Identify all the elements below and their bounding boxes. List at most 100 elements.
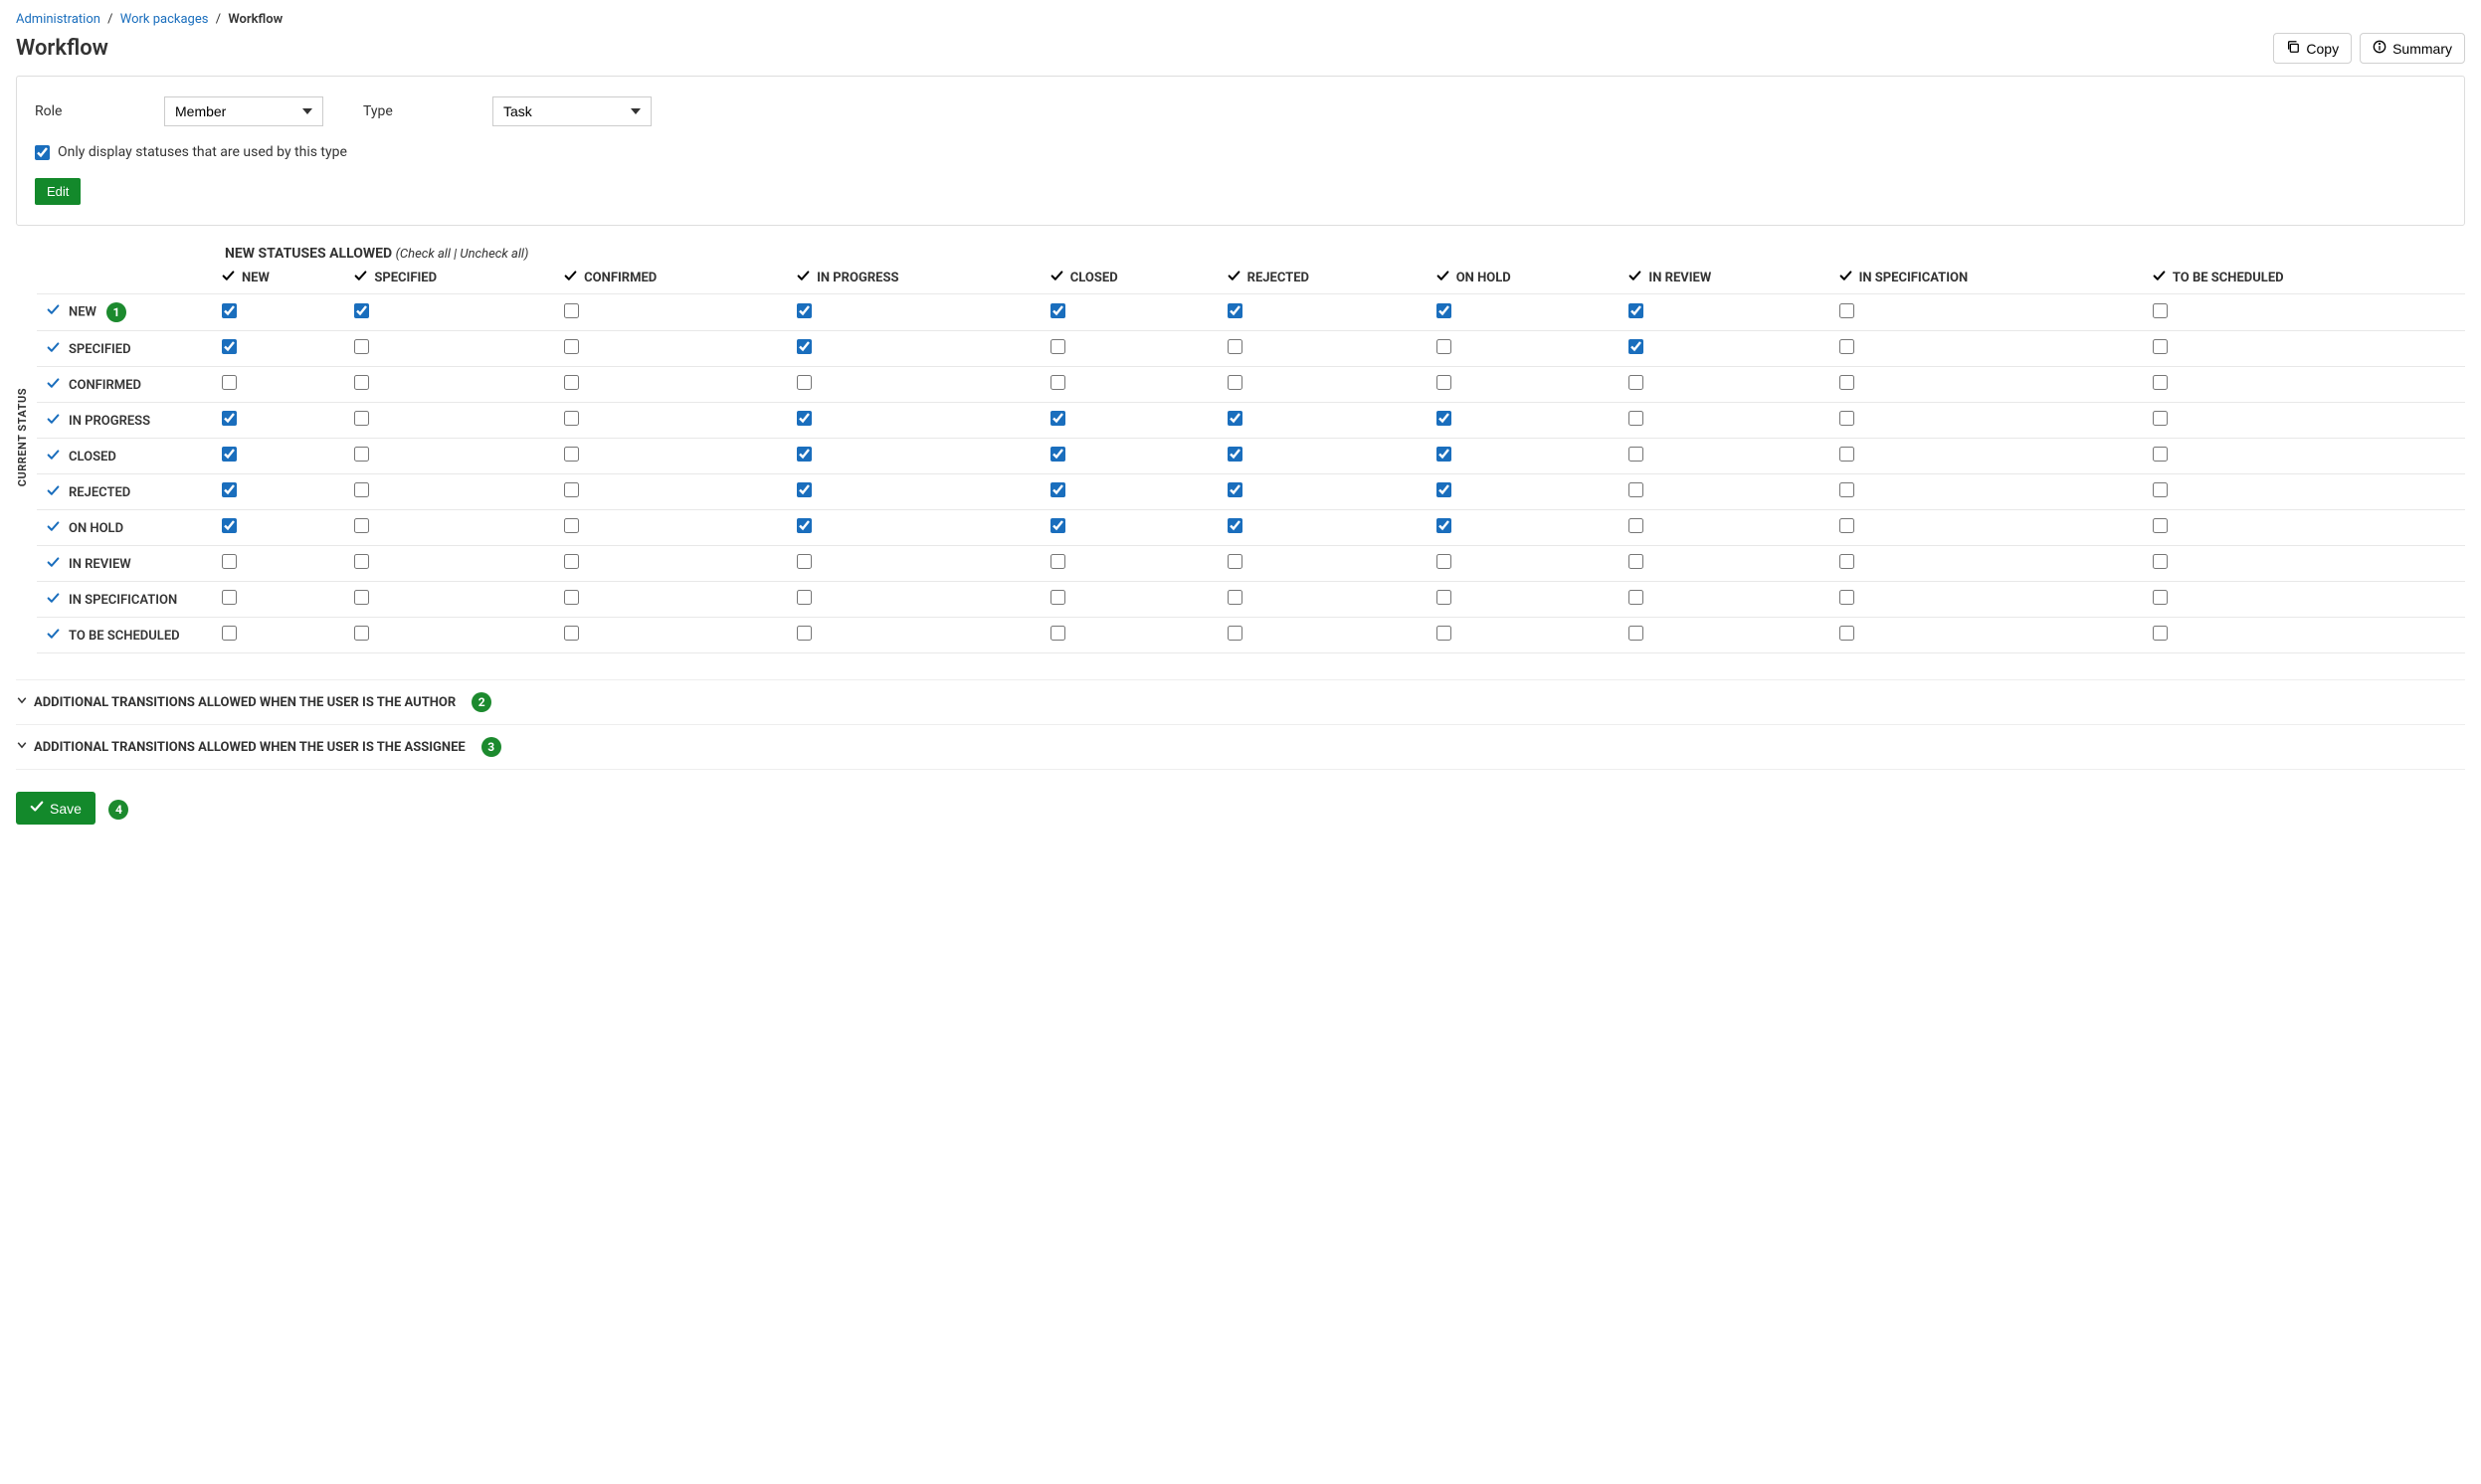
transition-checkbox[interactable]	[1839, 303, 1854, 318]
row-header[interactable]: IN PROGRESS	[37, 403, 216, 439]
transition-checkbox[interactable]	[1050, 303, 1065, 318]
transition-checkbox[interactable]	[564, 411, 579, 426]
transition-checkbox[interactable]	[1839, 626, 1854, 641]
transition-checkbox[interactable]	[2153, 339, 2168, 354]
transition-checkbox[interactable]	[797, 482, 812, 497]
accordion-header[interactable]: ADDITIONAL TRANSITIONS ALLOWED WHEN THE …	[16, 680, 2465, 725]
row-header[interactable]: IN SPECIFICATION	[37, 582, 216, 618]
transition-checkbox[interactable]	[1436, 554, 1451, 569]
column-header[interactable]: IN REVIEW	[1622, 262, 1832, 294]
transition-checkbox[interactable]	[1050, 447, 1065, 462]
transition-checkbox[interactable]	[1050, 590, 1065, 605]
transition-checkbox[interactable]	[2153, 375, 2168, 390]
transition-checkbox[interactable]	[1436, 590, 1451, 605]
transition-checkbox[interactable]	[354, 339, 369, 354]
transition-checkbox[interactable]	[797, 626, 812, 641]
transition-checkbox[interactable]	[1228, 303, 1242, 318]
transition-checkbox[interactable]	[1436, 626, 1451, 641]
transition-checkbox[interactable]	[354, 590, 369, 605]
transition-checkbox[interactable]	[222, 447, 237, 462]
transition-checkbox[interactable]	[222, 411, 237, 426]
transition-checkbox[interactable]	[1436, 339, 1451, 354]
transition-checkbox[interactable]	[1839, 339, 1854, 354]
transition-checkbox[interactable]	[2153, 518, 2168, 533]
transition-checkbox[interactable]	[1228, 482, 1242, 497]
transition-checkbox[interactable]	[1628, 554, 1643, 569]
transition-checkbox[interactable]	[1228, 375, 1242, 390]
transition-checkbox[interactable]	[2153, 482, 2168, 497]
transition-checkbox[interactable]	[1839, 518, 1854, 533]
transition-checkbox[interactable]	[1050, 411, 1065, 426]
transition-checkbox[interactable]	[1436, 518, 1451, 533]
transition-checkbox[interactable]	[2153, 411, 2168, 426]
transition-checkbox[interactable]	[2153, 303, 2168, 318]
row-header[interactable]: IN REVIEW	[37, 546, 216, 582]
transition-checkbox[interactable]	[1839, 447, 1854, 462]
transition-checkbox[interactable]	[1228, 590, 1242, 605]
type-select[interactable]: Task	[492, 96, 652, 126]
transition-checkbox[interactable]	[1436, 482, 1451, 497]
transition-checkbox[interactable]	[1228, 447, 1242, 462]
transition-checkbox[interactable]	[222, 554, 237, 569]
transition-checkbox[interactable]	[797, 411, 812, 426]
row-header[interactable]: CLOSED	[37, 439, 216, 474]
column-header[interactable]: REJECTED	[1222, 262, 1431, 294]
column-header[interactable]: SPECIFIED	[348, 262, 558, 294]
transition-checkbox[interactable]	[2153, 447, 2168, 462]
transition-checkbox[interactable]	[797, 303, 812, 318]
transition-checkbox[interactable]	[564, 447, 579, 462]
transition-checkbox[interactable]	[354, 518, 369, 533]
transition-checkbox[interactable]	[222, 626, 237, 641]
transition-checkbox[interactable]	[2153, 554, 2168, 569]
transition-checkbox[interactable]	[1436, 411, 1451, 426]
column-header[interactable]: TO BE SCHEDULED	[2147, 262, 2465, 294]
transition-checkbox[interactable]	[354, 411, 369, 426]
transition-checkbox[interactable]	[354, 303, 369, 318]
row-header[interactable]: ON HOLD	[37, 510, 216, 546]
transition-checkbox[interactable]	[1628, 339, 1643, 354]
transition-checkbox[interactable]	[1628, 375, 1643, 390]
check-all-link[interactable]: Check all	[400, 247, 451, 262]
transition-checkbox[interactable]	[564, 339, 579, 354]
transition-checkbox[interactable]	[354, 447, 369, 462]
transition-checkbox[interactable]	[1839, 482, 1854, 497]
column-header[interactable]: CONFIRMED	[558, 262, 791, 294]
transition-checkbox[interactable]	[564, 482, 579, 497]
transition-checkbox[interactable]	[222, 303, 237, 318]
copy-button[interactable]: Copy	[2273, 33, 2352, 64]
transition-checkbox[interactable]	[1436, 375, 1451, 390]
transition-checkbox[interactable]	[1228, 518, 1242, 533]
column-header[interactable]: NEW	[216, 262, 348, 294]
transition-checkbox[interactable]	[1628, 518, 1643, 533]
summary-button[interactable]: Summary	[2360, 33, 2465, 64]
transition-checkbox[interactable]	[1050, 554, 1065, 569]
transition-checkbox[interactable]	[1050, 375, 1065, 390]
transition-checkbox[interactable]	[1228, 411, 1242, 426]
column-header[interactable]: CLOSED	[1045, 262, 1222, 294]
row-header[interactable]: TO BE SCHEDULED	[37, 618, 216, 653]
only-used-label[interactable]: Only display statuses that are used by t…	[58, 144, 347, 160]
transition-checkbox[interactable]	[797, 590, 812, 605]
row-header[interactable]: REJECTED	[37, 474, 216, 510]
transition-checkbox[interactable]	[564, 554, 579, 569]
transition-checkbox[interactable]	[797, 375, 812, 390]
transition-checkbox[interactable]	[797, 339, 812, 354]
transition-checkbox[interactable]	[797, 518, 812, 533]
transition-checkbox[interactable]	[1839, 554, 1854, 569]
uncheck-all-link[interactable]: Uncheck all	[460, 247, 524, 262]
transition-checkbox[interactable]	[2153, 626, 2168, 641]
transition-checkbox[interactable]	[564, 590, 579, 605]
transition-checkbox[interactable]	[797, 554, 812, 569]
transition-checkbox[interactable]	[564, 626, 579, 641]
row-header[interactable]: NEW1	[37, 294, 216, 331]
breadcrumb-administration[interactable]: Administration	[16, 12, 100, 27]
transition-checkbox[interactable]	[1050, 482, 1065, 497]
transition-checkbox[interactable]	[1050, 518, 1065, 533]
role-select[interactable]: Member	[164, 96, 323, 126]
transition-checkbox[interactable]	[1228, 626, 1242, 641]
transition-checkbox[interactable]	[1628, 626, 1643, 641]
column-header[interactable]: IN SPECIFICATION	[1833, 262, 2147, 294]
transition-checkbox[interactable]	[1050, 626, 1065, 641]
transition-checkbox[interactable]	[797, 447, 812, 462]
only-used-checkbox[interactable]	[35, 145, 50, 160]
